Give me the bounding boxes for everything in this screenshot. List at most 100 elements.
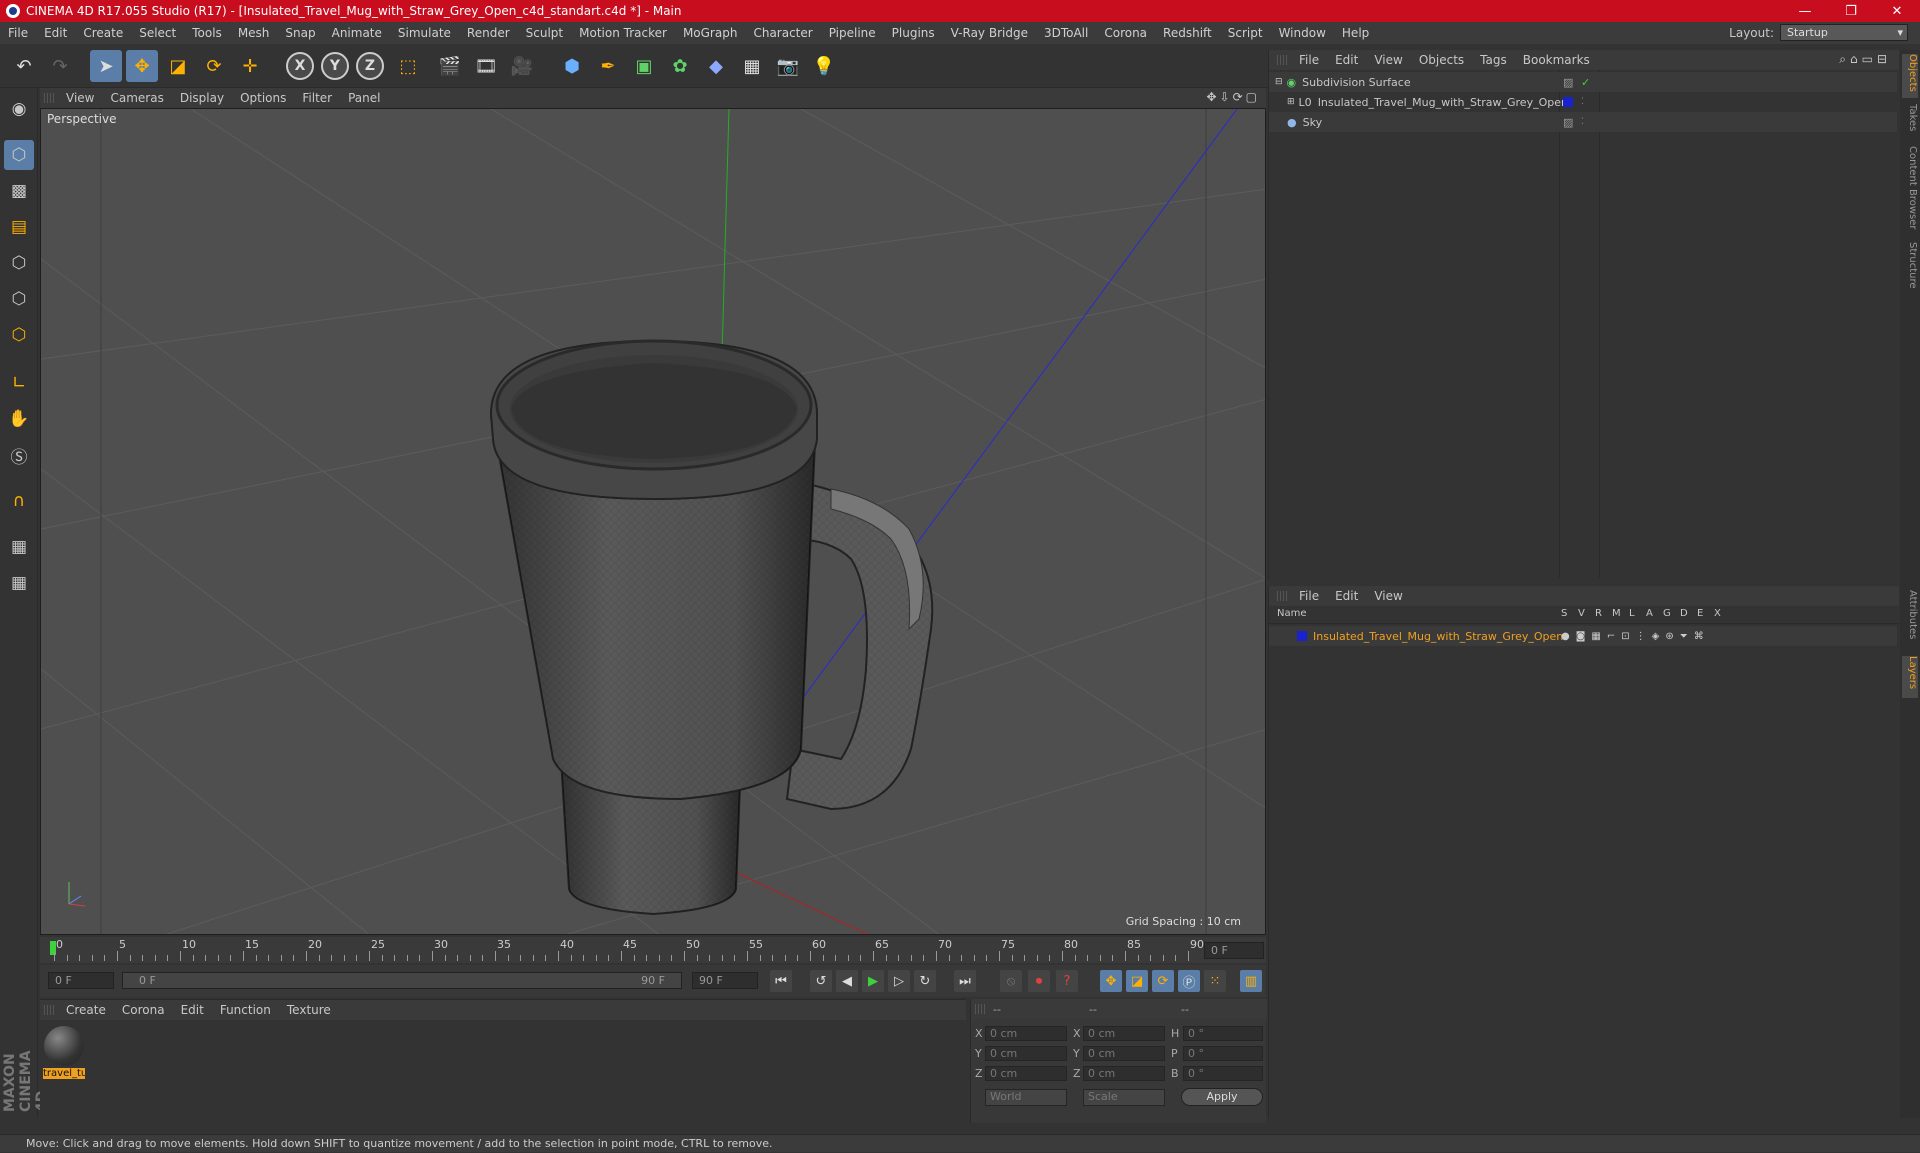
end-frame-field[interactable]: 90 F — [692, 972, 758, 989]
material-menu-edit[interactable]: Edit — [173, 1003, 212, 1017]
rotate-icon[interactable]: ⟳ — [198, 50, 230, 82]
layout-dropdown[interactable]: Startup — [1780, 24, 1908, 41]
lm-menu-file[interactable]: File — [1291, 589, 1327, 603]
keyframe-selection-icon[interactable]: ? — [1056, 970, 1078, 992]
viewport-menu-view[interactable]: View — [58, 91, 102, 105]
object-row-sky[interactable]: ● Sky ▨ ⁚ — [1269, 112, 1897, 132]
key-scale-icon[interactable]: ◪ — [1126, 970, 1148, 992]
render-settings-icon[interactable]: 🎥 — [506, 50, 538, 82]
timeline-end-field[interactable]: 0 F — [1204, 942, 1264, 959]
timeline-window-icon[interactable]: ▥ — [1240, 970, 1262, 992]
x-axis-icon[interactable]: X — [286, 52, 314, 80]
render-view-icon[interactable]: 🎬 — [434, 50, 466, 82]
scale-icon[interactable]: ◪ — [162, 50, 194, 82]
tab-takes[interactable]: Takes — [1902, 104, 1918, 140]
coord-rot-h-field[interactable]: 0 ° — [1183, 1026, 1263, 1041]
menu-animate[interactable]: Animate — [324, 26, 390, 40]
lm-menu-edit[interactable]: Edit — [1327, 589, 1366, 603]
menu-render[interactable]: Render — [459, 26, 518, 40]
tab-content-browser[interactable]: Content Browser — [1902, 146, 1918, 236]
go-to-start-icon[interactable]: ⏮ — [770, 970, 792, 992]
visibility-dots-icon[interactable]: ⁚ — [1581, 97, 1584, 107]
visibility-dots-icon[interactable]: ⁚ — [1581, 117, 1584, 127]
layer-toggle-icons[interactable]: ●◙▦⌐⊡⋮◈⊛⏷⌘ — [1561, 631, 1710, 642]
viewport-menu-panel[interactable]: Panel — [340, 91, 388, 105]
next-key-icon[interactable]: ↻ — [914, 970, 936, 992]
om-search-home-icons[interactable]: ⌕⌂▭⊟ — [1839, 52, 1891, 67]
cube-primitive-icon[interactable]: ⬢ — [556, 50, 588, 82]
axis-mode-icon[interactable]: ∟ — [4, 368, 34, 398]
menu-help[interactable]: Help — [1334, 26, 1377, 40]
menu-plugins[interactable]: Plugins — [884, 26, 943, 40]
viewport-navigation-icons[interactable]: ✥⇩⟳▢ — [1206, 90, 1260, 104]
menu-snap[interactable]: Snap — [277, 26, 323, 40]
polygons-mode-icon[interactable]: ⬡ — [4, 320, 34, 350]
coord-size-x-field[interactable]: 0 cm — [1083, 1026, 1165, 1041]
timeline-ruler[interactable]: 0 5 10 15 20 25 30 35 40 45 50 55 60 65 70 75 80 85 90 0 F — [40, 937, 1266, 963]
tab-layers[interactable]: Layers — [1902, 656, 1918, 698]
points-mode-icon[interactable]: ⬡ — [4, 248, 34, 278]
deformer-icon[interactable]: ◆ — [700, 50, 732, 82]
coord-mode-dropdown[interactable]: Scale — [1083, 1089, 1165, 1106]
coord-pos-z-field[interactable]: 0 cm — [985, 1066, 1067, 1081]
menu-3dtoall[interactable]: 3DToAll — [1036, 26, 1096, 40]
menu-pipeline[interactable]: Pipeline — [821, 26, 884, 40]
menu-motion-tracker[interactable]: Motion Tracker — [571, 26, 675, 40]
menu-mograph[interactable]: MoGraph — [675, 26, 746, 40]
coord-size-z-field[interactable]: 0 cm — [1083, 1066, 1165, 1081]
redo-icon[interactable]: ↷ — [44, 50, 76, 82]
coord-size-y-field[interactable]: 0 cm — [1083, 1046, 1165, 1061]
play-icon[interactable]: ▶ — [862, 970, 884, 992]
record-keys-icon[interactable]: ⦸ — [1000, 970, 1022, 992]
coordinate-system-icon[interactable]: ⬚ — [392, 50, 424, 82]
menu-window[interactable]: Window — [1271, 26, 1334, 40]
autokey-icon[interactable]: ⏺ — [1028, 970, 1050, 992]
menu-redshift[interactable]: Redshift — [1155, 26, 1220, 40]
material-swatch[interactable]: travel_tu — [43, 1024, 85, 1084]
menu-simulate[interactable]: Simulate — [390, 26, 459, 40]
coord-rot-b-field[interactable]: 0 ° — [1183, 1066, 1263, 1081]
layer-color-swatch[interactable] — [1297, 631, 1307, 641]
menu-create[interactable]: Create — [75, 26, 131, 40]
apply-button[interactable]: Apply — [1181, 1088, 1263, 1106]
menu-select[interactable]: Select — [131, 26, 184, 40]
transform-icon[interactable]: ✛ — [234, 50, 266, 82]
menu-corona[interactable]: Corona — [1096, 26, 1155, 40]
om-menu-tags[interactable]: Tags — [1472, 53, 1515, 67]
menu-mesh[interactable]: Mesh — [230, 26, 278, 40]
go-to-end-icon[interactable]: ⏭ — [954, 970, 976, 992]
next-frame-icon[interactable]: ▷ — [888, 970, 910, 992]
mograph-cloner-icon[interactable]: ✿ — [664, 50, 696, 82]
enabled-check-icon[interactable]: ✓ — [1581, 76, 1590, 89]
model-mode-icon[interactable]: ⬡ — [4, 140, 34, 170]
lm-menu-view[interactable]: View — [1366, 589, 1410, 603]
menu-tools[interactable]: Tools — [184, 26, 230, 40]
undo-icon[interactable]: ↶ — [8, 50, 40, 82]
layer-row[interactable]: Insulated_Travel_Mug_with_Straw_Grey_Ope… — [1269, 626, 1897, 646]
key-rotation-icon[interactable]: ⟳ — [1152, 970, 1174, 992]
viewport-menu-options[interactable]: Options — [232, 91, 294, 105]
snap-settings-icon[interactable]: Ⓢ — [4, 440, 34, 470]
viewport-menu-cameras[interactable]: Cameras — [102, 91, 171, 105]
coord-pos-y-field[interactable]: 0 cm — [985, 1046, 1067, 1061]
tab-structure[interactable]: Structure — [1902, 242, 1918, 296]
spline-pen-icon[interactable]: ✒ — [592, 50, 624, 82]
om-menu-file[interactable]: File — [1291, 53, 1327, 67]
coord-pos-x-field[interactable]: 0 cm — [985, 1026, 1067, 1041]
minimize-button[interactable]: — — [1782, 0, 1828, 22]
menu-vray-bridge[interactable]: V-Ray Bridge — [943, 26, 1036, 40]
close-button[interactable]: ✕ — [1874, 0, 1920, 22]
object-row-subdivision-surface[interactable]: ⊟ ◉ Subdivision Surface ▨ ✓ — [1269, 72, 1897, 92]
tab-objects[interactable]: Objects — [1902, 54, 1918, 98]
tab-attributes[interactable]: Attributes — [1902, 590, 1918, 650]
move-icon[interactable]: ✥ — [126, 50, 158, 82]
edges-mode-icon[interactable]: ⬡ — [4, 284, 34, 314]
key-pla-icon[interactable]: ⁙ — [1204, 970, 1226, 992]
om-menu-view[interactable]: View — [1366, 53, 1410, 67]
texture-mode-icon[interactable]: ▩ — [4, 176, 34, 206]
render-picture-viewer-icon[interactable]: 🎞 — [470, 50, 502, 82]
tweak-mode-icon[interactable]: ✋ — [4, 404, 34, 434]
y-axis-icon[interactable]: Y — [321, 52, 349, 80]
previous-key-icon[interactable]: ↺ — [810, 970, 832, 992]
menu-edit[interactable]: Edit — [36, 26, 75, 40]
